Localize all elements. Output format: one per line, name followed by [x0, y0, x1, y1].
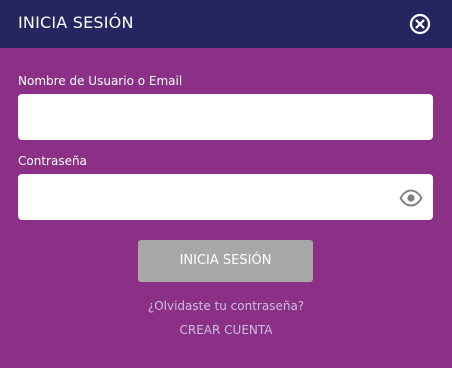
forgot-password-link[interactable]: ¿Olvidaste tu contraseña? — [0, 299, 452, 313]
close-button[interactable] — [409, 13, 431, 35]
password-input[interactable] — [18, 174, 433, 220]
username-input[interactable] — [18, 94, 433, 140]
create-account-link[interactable]: CREAR CUENTA — [0, 323, 452, 337]
password-label: Contraseña — [18, 154, 87, 168]
modal-title: INICIA SESIÓN — [18, 13, 134, 32]
eye-icon — [399, 189, 423, 207]
modal-header: INICIA SESIÓN — [0, 0, 452, 48]
login-modal: INICIA SESIÓN Nombre de Usuario o Email … — [0, 0, 452, 368]
close-circle-icon — [409, 13, 431, 35]
login-submit-button[interactable]: INICIA SESIÓN — [138, 240, 313, 282]
show-password-toggle[interactable] — [399, 188, 423, 208]
username-label: Nombre de Usuario o Email — [18, 74, 183, 88]
